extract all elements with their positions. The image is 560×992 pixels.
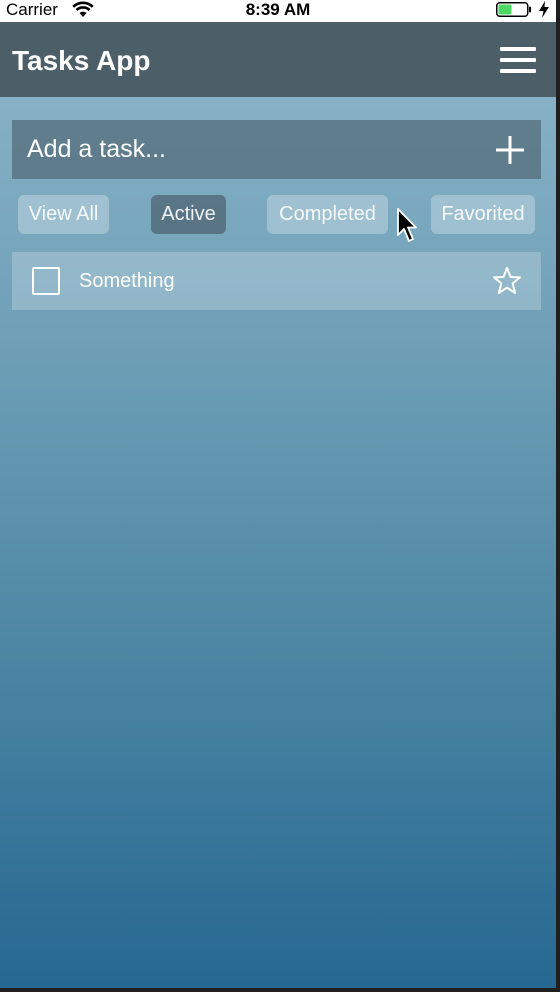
task-row: Something (12, 252, 541, 310)
plus-icon[interactable] (496, 136, 524, 164)
status-bar: Carrier 8:39 AM (0, 0, 556, 22)
app-header: Tasks App (0, 22, 556, 97)
battery-icon (496, 2, 531, 17)
filter-view-all-button[interactable]: View All (18, 195, 109, 234)
menu-bar-middle (500, 58, 536, 62)
charging-bolt-icon (539, 1, 549, 18)
star-icon[interactable] (492, 266, 522, 296)
task-checkbox[interactable] (32, 267, 60, 295)
add-task-input[interactable] (12, 120, 482, 179)
filter-active-button[interactable]: Active (151, 195, 226, 234)
mouse-pointer-icon (397, 208, 417, 242)
task-label: Something (79, 270, 175, 292)
filter-favorited-button[interactable]: Favorited (431, 195, 535, 234)
add-task-bar (12, 120, 541, 179)
filter-completed-button[interactable]: Completed (267, 195, 388, 234)
hamburger-menu-icon[interactable] (500, 47, 536, 73)
menu-bar-bottom (500, 69, 536, 73)
app-screen: Carrier 8:39 AM Tasks App Add a task... … (0, 0, 556, 988)
app-title: Tasks App (12, 45, 151, 76)
status-time: 8:39 AM (245, 0, 311, 19)
menu-bar-top (500, 47, 536, 51)
